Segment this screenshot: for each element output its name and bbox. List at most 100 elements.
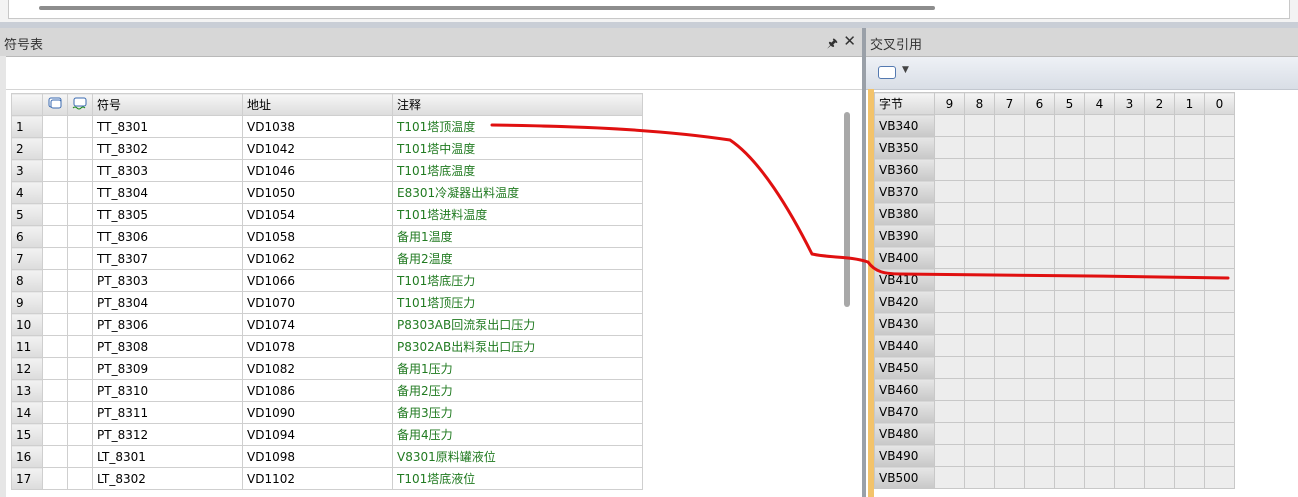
bit-cell[interactable]	[1054, 136, 1085, 159]
bit-cell[interactable]	[994, 224, 1025, 247]
bit-cell[interactable]	[1144, 378, 1175, 401]
bit-cell[interactable]	[1204, 114, 1235, 137]
row-number[interactable]: 16	[11, 445, 43, 468]
comment-cell[interactable]: P8303AB回流泵出口压力	[392, 313, 643, 336]
bit-cell[interactable]	[934, 180, 965, 203]
bit-cell[interactable]	[1084, 246, 1115, 269]
usage-cell[interactable]	[67, 181, 93, 204]
xref-row[interactable]: VB490	[874, 444, 1235, 467]
bit-cell[interactable]	[1144, 466, 1175, 489]
bit-cell[interactable]	[1054, 246, 1085, 269]
bit-cell[interactable]	[1114, 158, 1145, 181]
bit-cell[interactable]	[994, 312, 1025, 335]
xref-row[interactable]: VB360	[874, 158, 1235, 181]
symbol-cell[interactable]: LT_8301	[92, 445, 243, 468]
xref-row[interactable]: VB400	[874, 246, 1235, 269]
xref-row[interactable]: VB410	[874, 268, 1235, 291]
bit-cell[interactable]	[964, 422, 995, 445]
bit-cell[interactable]	[1084, 356, 1115, 379]
bit-cell[interactable]	[1204, 224, 1235, 247]
bit-cell[interactable]	[964, 356, 995, 379]
bit-cell[interactable]	[1174, 312, 1205, 335]
bit-cell[interactable]	[1144, 334, 1175, 357]
xref-row[interactable]: VB340	[874, 114, 1235, 137]
bit-cell[interactable]	[1054, 400, 1085, 423]
table-row[interactable]: 13 PT_8310 VD1086 备用2压力	[11, 379, 643, 402]
bit-cell[interactable]	[1024, 246, 1055, 269]
symbol-table-vertical-scrollbar[interactable]	[844, 112, 850, 307]
bit-cell[interactable]	[964, 400, 995, 423]
comment-cell[interactable]: 备用1压力	[392, 357, 643, 380]
bit-cell[interactable]	[934, 466, 965, 489]
bit-cell[interactable]	[1084, 268, 1115, 291]
symbol-cell[interactable]: TT_8301	[92, 115, 243, 138]
byte-address-cell[interactable]: VB420	[874, 290, 935, 313]
bit-cell[interactable]	[1174, 356, 1205, 379]
bit-cell[interactable]	[964, 224, 995, 247]
xref-row[interactable]: VB350	[874, 136, 1235, 159]
bit-cell[interactable]	[934, 334, 965, 357]
symbol-cell[interactable]: TT_8305	[92, 203, 243, 226]
bit-cell[interactable]	[1084, 180, 1115, 203]
table-row[interactable]: 11 PT_8308 VD1078 P8302AB出料泵出口压力	[11, 335, 643, 358]
bit-cell[interactable]	[964, 444, 995, 467]
bit-cell[interactable]	[1144, 400, 1175, 423]
byte-address-cell[interactable]: VB350	[874, 136, 935, 159]
bit-cell[interactable]	[934, 136, 965, 159]
address-cell[interactable]: VD1042	[242, 137, 393, 160]
bit-cell[interactable]	[964, 202, 995, 225]
address-cell[interactable]: VD1090	[242, 401, 393, 424]
byte-address-cell[interactable]: VB490	[874, 444, 935, 467]
address-cell[interactable]: VD1086	[242, 379, 393, 402]
bit-cell[interactable]	[1024, 378, 1055, 401]
bit-cell[interactable]	[1114, 444, 1145, 467]
byte-address-cell[interactable]: VB400	[874, 246, 935, 269]
bit-cell[interactable]	[1204, 268, 1235, 291]
byte-address-cell[interactable]: VB370	[874, 180, 935, 203]
byte-address-cell[interactable]: VB390	[874, 224, 935, 247]
symbol-cell[interactable]: PT_8308	[92, 335, 243, 358]
xref-row[interactable]: VB470	[874, 400, 1235, 423]
bit-cell[interactable]	[1054, 158, 1085, 181]
symbol-cell[interactable]: TT_8306	[92, 225, 243, 248]
bit-cell[interactable]	[1114, 114, 1145, 137]
bit-cell[interactable]	[1024, 312, 1055, 335]
bit-cell[interactable]	[1084, 466, 1115, 489]
status-cell[interactable]	[42, 137, 68, 160]
bit-cell[interactable]	[1144, 444, 1175, 467]
bit-cell[interactable]	[1114, 268, 1145, 291]
row-number[interactable]: 9	[11, 291, 43, 314]
status-cell[interactable]	[42, 357, 68, 380]
comment-cell[interactable]: T101塔底压力	[392, 269, 643, 292]
bit-cell[interactable]	[934, 290, 965, 313]
xref-row[interactable]: VB500	[874, 466, 1235, 489]
byte-address-cell[interactable]: VB440	[874, 334, 935, 357]
bit-cell[interactable]	[1084, 224, 1115, 247]
usage-cell[interactable]	[67, 445, 93, 468]
bit-cell[interactable]	[994, 444, 1025, 467]
bit-cell[interactable]	[1174, 378, 1205, 401]
bit-cell[interactable]	[1084, 422, 1115, 445]
xref-row[interactable]: VB390	[874, 224, 1235, 247]
address-cell[interactable]: VD1082	[242, 357, 393, 380]
symbol-cell[interactable]: TT_8302	[92, 137, 243, 160]
bit-cell[interactable]	[964, 180, 995, 203]
bit-cell[interactable]	[1174, 246, 1205, 269]
status-cell[interactable]	[42, 225, 68, 248]
bit-cell[interactable]	[1204, 312, 1235, 335]
bit-cell[interactable]	[964, 158, 995, 181]
status-cell[interactable]	[42, 401, 68, 424]
byte-address-cell[interactable]: VB380	[874, 202, 935, 225]
comment-cell[interactable]: T101塔底液位	[392, 467, 643, 490]
bit-cell[interactable]	[1054, 444, 1085, 467]
status-cell[interactable]	[42, 181, 68, 204]
bit-cell[interactable]	[964, 136, 995, 159]
bit-cell[interactable]	[1174, 268, 1205, 291]
table-row[interactable]: 8 PT_8303 VD1066 T101塔底压力	[11, 269, 643, 292]
bit-cell[interactable]	[1114, 290, 1145, 313]
bit-cell[interactable]	[1024, 158, 1055, 181]
row-number[interactable]: 6	[11, 225, 43, 248]
row-number[interactable]: 17	[11, 467, 43, 490]
byte-address-cell[interactable]: VB360	[874, 158, 935, 181]
address-cell[interactable]: VD1098	[242, 445, 393, 468]
